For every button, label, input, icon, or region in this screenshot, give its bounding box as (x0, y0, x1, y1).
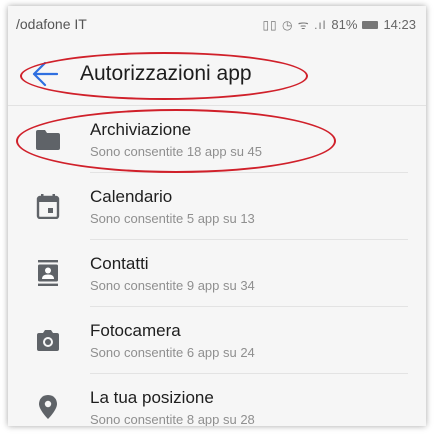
battery-percent: 81% (331, 17, 358, 32)
page-title: Autorizzazioni app (80, 62, 252, 85)
phone-screenshot: /odafone IT ▯▯ ◷ ᯤ .ıl 81% 14:23 Autoriz… (8, 6, 426, 426)
status-bar: /odafone IT ▯▯ ◷ ᯤ .ıl 81% 14:23 (8, 6, 426, 40)
battery-icon (362, 20, 379, 29)
permission-label: Archiviazione (90, 120, 192, 139)
permission-list: Archiviazione Sono consentite 18 app su … (8, 106, 426, 426)
permission-item-contacts[interactable]: Contatti Sono consentite 9 app su 34 (8, 240, 426, 307)
calendar-icon (36, 193, 60, 220)
permission-label: Contatti (90, 254, 149, 273)
permission-item-calendar[interactable]: Calendario Sono consentite 5 app su 13 (8, 173, 426, 240)
carrier-name: /odafone IT (16, 16, 87, 32)
clock: 14:23 (383, 17, 416, 32)
permission-item-storage[interactable]: Archiviazione Sono consentite 18 app su … (8, 106, 426, 173)
permission-label: Calendario (90, 187, 173, 206)
status-indicators: ▯▯ ◷ ᯤ .ıl 81% 14:23 (262, 16, 416, 33)
permission-label: La tua posizione (90, 388, 214, 407)
permission-count: Sono consentite 6 app su 24 (90, 345, 255, 360)
permission-item-location[interactable]: La tua posizione Sono consentite 8 app s… (8, 374, 426, 426)
location-pin-icon (36, 394, 60, 420)
permission-item-camera[interactable]: Fotocamera Sono consentite 6 app su 24 (8, 307, 426, 374)
permission-count: Sono consentite 5 app su 13 (90, 211, 255, 226)
permission-count: Sono consentite 8 app su 28 (90, 412, 255, 426)
contacts-icon (36, 260, 60, 286)
folder-icon (36, 126, 60, 152)
permission-label: Fotocamera (90, 321, 181, 340)
signal-icons: ▯▯ ◷ ᯤ .ıl (262, 18, 327, 32)
permission-count: Sono consentite 18 app su 45 (90, 144, 263, 159)
permission-count: Sono consentite 9 app su 34 (90, 278, 255, 293)
app-bar: Autorizzazioni app (8, 50, 426, 100)
arrow-left-icon[interactable] (32, 60, 59, 88)
camera-icon (36, 327, 60, 353)
